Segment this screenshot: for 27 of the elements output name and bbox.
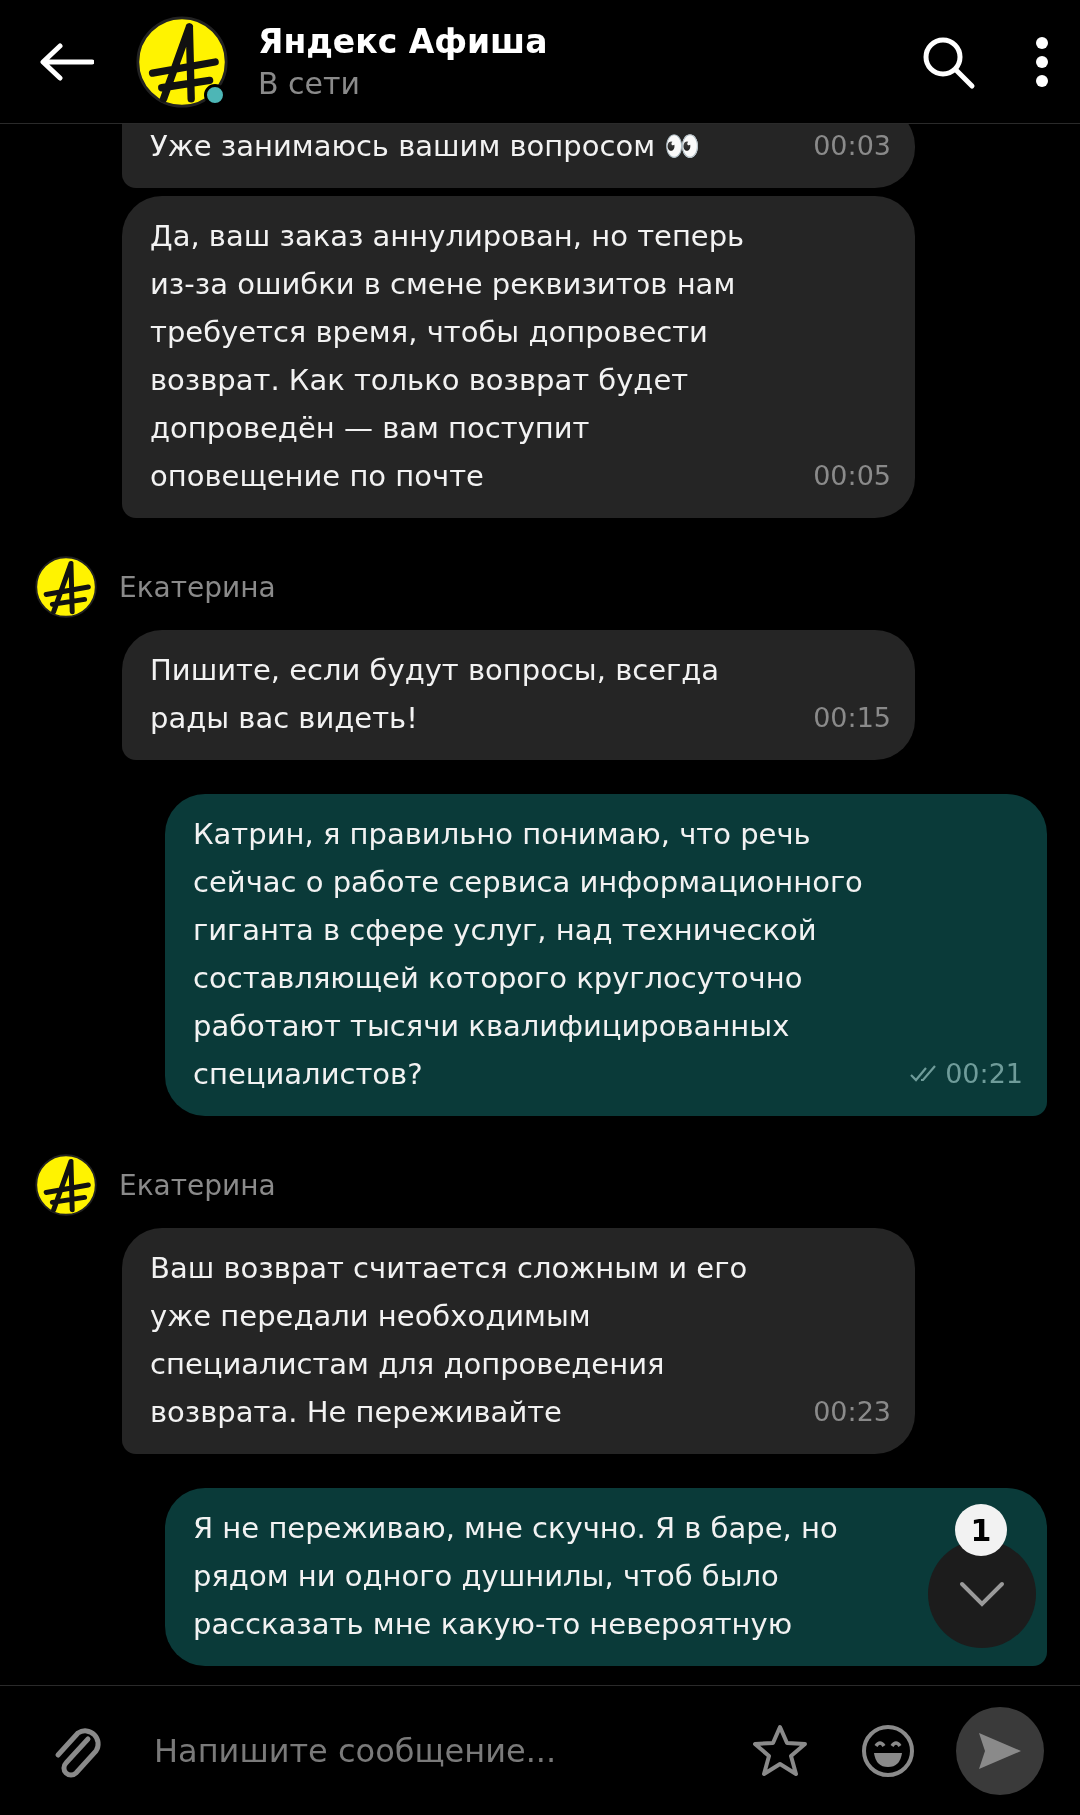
- sender-name: Екатерина: [119, 1168, 276, 1202]
- message-text: Я не переживаю, мне скучно. Я в баре, но рядом ни одного душнилы, чтоб было рассказать мне какую-то невероятную: [193, 1510, 838, 1643]
- star-button[interactable]: [752, 1723, 808, 1778]
- chevron-down-icon: [958, 1580, 1006, 1608]
- message-time: 00:23: [812, 1395, 891, 1429]
- message-input[interactable]: Напишите сообщение...: [152, 1730, 752, 1771]
- menu-button[interactable]: [1034, 35, 1050, 88]
- sender-name: Екатерина: [119, 570, 276, 604]
- sender-avatar: [35, 1154, 97, 1216]
- chat-title: Яндекс Афиша: [258, 20, 549, 63]
- message-time: 00:05: [812, 459, 891, 493]
- chat-status: В сети: [258, 64, 362, 103]
- message-time: 00:03: [812, 129, 891, 163]
- back-arrow-icon: [38, 41, 94, 82]
- message-text: Катрин, я правильно понимаю, что речь сейчас о работе сервиса информационного гиганта в сфере услуг, над технической составляющей которого круглосуточно работают тысячи квалифицированных специалистов?: [193, 816, 863, 1093]
- message-time: 00:15: [812, 701, 891, 735]
- smiley-icon: [860, 1722, 916, 1779]
- message-time: 00:21: [893, 1050, 1023, 1098]
- sender-avatar: [35, 556, 97, 618]
- more-icon: [1034, 35, 1050, 88]
- star-icon: [752, 1723, 808, 1778]
- message-text: Пишите, если будут вопросы, всегда рады вас видеть!: [150, 652, 720, 737]
- emoji-button[interactable]: [860, 1722, 916, 1779]
- message-text: Да, ваш заказ аннулирован, но теперь из-за ошибки в смене реквизитов нам требуется время, чтобы допровести возврат. Как только возврат будет допроведён — вам поступит оповещение по почте: [150, 218, 745, 495]
- back-button[interactable]: [38, 41, 94, 82]
- message-text: Ваш возврат считается сложным и его уже передали необходимым специалистам для допроведения возврата. Не переживайте: [150, 1250, 748, 1431]
- send-icon: [977, 1730, 1023, 1771]
